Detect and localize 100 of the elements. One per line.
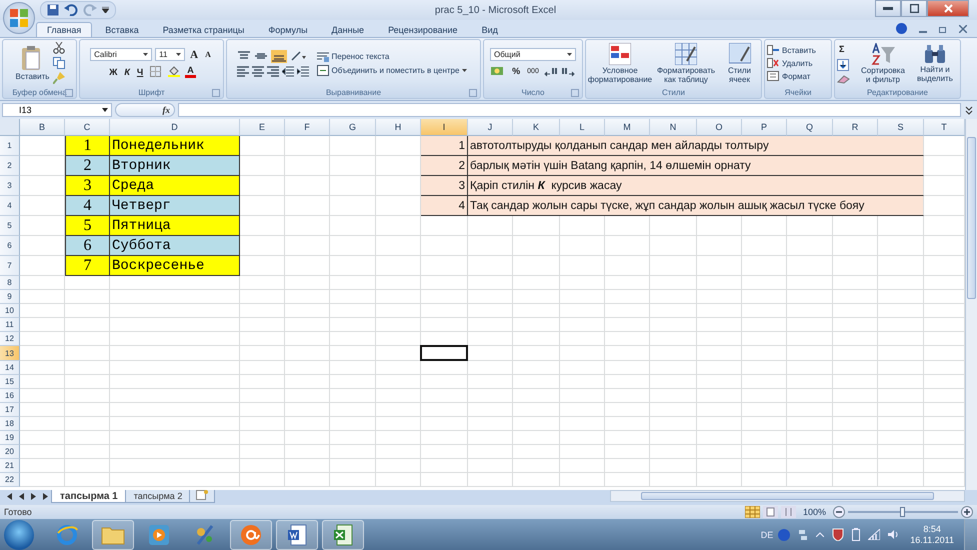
ribbon-tab[interactable]: Вид — [470, 22, 509, 37]
maximize-button[interactable] — [901, 0, 927, 17]
row-header[interactable]: 5 — [0, 216, 20, 236]
column-header[interactable]: L — [560, 119, 605, 136]
italic-button[interactable]: К — [122, 64, 132, 78]
column-header[interactable]: G — [330, 119, 376, 136]
formula-input[interactable] — [178, 103, 961, 117]
row-header[interactable]: 17 — [0, 402, 20, 417]
shield-icon[interactable] — [832, 528, 844, 541]
page-layout-icon[interactable] — [762, 506, 778, 518]
taskbar-app-button[interactable] — [230, 520, 272, 550]
column-header[interactable]: Q — [787, 119, 833, 136]
close-icon[interactable] — [959, 24, 967, 32]
row-header[interactable]: 6 — [0, 236, 20, 256]
copy-icon[interactable] — [53, 57, 66, 69]
align-right-icon[interactable] — [266, 66, 279, 76]
ribbon-tab[interactable]: Данные — [320, 22, 376, 37]
row-header[interactable]: 8 — [0, 276, 20, 290]
minimize-button[interactable] — [875, 0, 901, 17]
sheet-tab[interactable]: тапсырма 2 — [124, 490, 192, 503]
autosum-button[interactable]: Σ — [837, 42, 846, 56]
insert-function-button[interactable]: fx — [162, 105, 170, 115]
clock[interactable]: 8:54 16.11.2011 — [910, 524, 954, 546]
grow-font-button[interactable]: A — [188, 48, 200, 62]
ribbon-tab[interactable]: Разметка страницы — [152, 22, 256, 37]
ribbon-tab[interactable]: Вставка — [94, 22, 150, 37]
save-icon[interactable] — [47, 4, 59, 16]
sort-filter-button[interactable]: Сортировка и фильтр — [856, 42, 910, 84]
zoom-out-icon[interactable] — [833, 506, 845, 518]
column-header[interactable]: H — [376, 119, 421, 136]
increase-decimal-icon[interactable] — [544, 66, 558, 76]
restore-icon[interactable] — [939, 24, 947, 32]
row-header[interactable]: 18 — [0, 416, 20, 432]
font-size-field[interactable]: 11 — [155, 48, 186, 61]
align-left-icon[interactable] — [236, 66, 249, 76]
column-header[interactable]: N — [650, 119, 697, 136]
row-header[interactable]: 16 — [0, 388, 20, 403]
battery-icon[interactable] — [852, 528, 860, 541]
start-button[interactable] — [4, 520, 34, 550]
close-button[interactable] — [927, 0, 969, 17]
dialog-launcher-icon[interactable] — [212, 89, 220, 97]
column-header[interactable]: P — [742, 119, 787, 136]
decrease-decimal-icon[interactable] — [560, 66, 575, 76]
row-header[interactable]: 3 — [0, 176, 20, 196]
page-break-icon[interactable] — [780, 506, 796, 518]
align-center-icon[interactable] — [252, 66, 264, 76]
row-header[interactable]: 2 — [0, 156, 20, 176]
expand-icon[interactable] — [964, 105, 974, 115]
font-color-button[interactable]: A — [185, 66, 196, 78]
row-header[interactable]: 21 — [0, 459, 20, 474]
wrap-text-button[interactable]: Перенос текста — [316, 50, 470, 62]
column-header[interactable]: O — [697, 119, 742, 136]
column-header[interactable]: J — [468, 119, 513, 136]
first-sheet-icon[interactable] — [6, 493, 13, 500]
column-header[interactable]: F — [285, 119, 330, 136]
row-header[interactable]: 14 — [0, 360, 20, 375]
column-header[interactable]: T — [924, 119, 965, 136]
dialog-launcher-icon[interactable] — [469, 89, 477, 97]
column-header[interactable]: S — [878, 119, 924, 136]
show-hidden-icon[interactable] — [816, 532, 824, 537]
row-header[interactable]: 9 — [0, 290, 20, 304]
row-header[interactable]: 20 — [0, 445, 20, 460]
number-format-field[interactable]: Общий — [490, 48, 576, 61]
scissors-icon[interactable] — [53, 42, 66, 54]
align-bottom-icon[interactable] — [270, 50, 287, 62]
column-header[interactable]: D — [110, 119, 240, 136]
conditional-formatting-button[interactable]: Условное форматирование — [588, 42, 652, 84]
insert-cells-button[interactable]: Вставить — [767, 45, 816, 55]
row-header[interactable]: 15 — [0, 374, 20, 389]
dialog-launcher-icon[interactable] — [65, 89, 73, 97]
customize-caret-icon[interactable] — [102, 7, 109, 13]
bold-button[interactable]: Ж — [107, 64, 120, 78]
normal-view-icon[interactable] — [744, 506, 760, 518]
column-header[interactable]: M — [605, 119, 650, 136]
merge-center-button[interactable]: Объединить и поместить в центре — [316, 64, 470, 76]
cell-styles-button[interactable]: Стили ячеек — [720, 42, 759, 84]
shrink-font-button[interactable]: A — [203, 48, 213, 62]
zoom-in-icon[interactable] — [961, 506, 973, 518]
increase-indent-icon[interactable] — [296, 66, 309, 76]
horizontal-scrollbar[interactable] — [610, 490, 965, 502]
row-header[interactable]: 4 — [0, 196, 20, 216]
column-header[interactable]: C — [65, 119, 110, 136]
column-header[interactable]: K — [513, 119, 560, 136]
row-header[interactable]: 11 — [0, 318, 20, 332]
previous-sheet-icon[interactable] — [18, 493, 25, 500]
fill-down-icon[interactable] — [837, 59, 849, 71]
decrease-indent-icon[interactable] — [282, 66, 294, 76]
borders-button[interactable] — [148, 64, 164, 78]
taskbar-app-button[interactable] — [322, 520, 364, 550]
row-header[interactable]: 1 — [0, 136, 20, 156]
undo-icon[interactable] — [64, 4, 78, 16]
signal-icon[interactable] — [868, 529, 880, 540]
fill-color-button[interactable] — [166, 64, 182, 78]
new-sheet-button[interactable] — [189, 490, 216, 503]
find-select-button[interactable]: Найти и выделить — [912, 44, 958, 82]
row-header[interactable]: 22 — [0, 473, 20, 488]
next-sheet-icon[interactable] — [30, 493, 37, 500]
column-header[interactable]: E — [240, 119, 285, 136]
sheet-tab[interactable]: тапсырма 1 — [51, 490, 127, 503]
dialog-launcher-icon[interactable] — [571, 89, 579, 97]
